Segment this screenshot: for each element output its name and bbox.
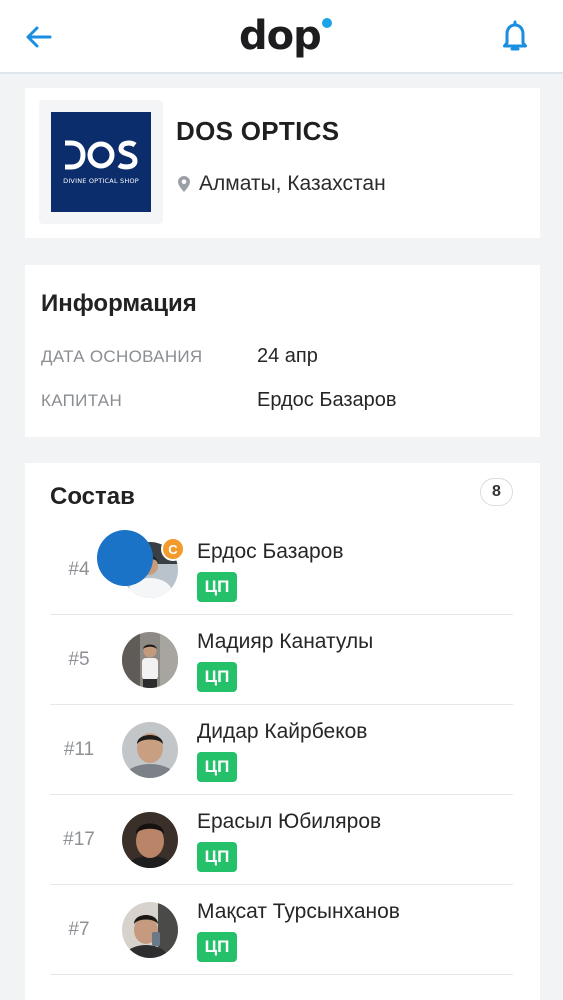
- notifications-button[interactable]: [498, 18, 532, 54]
- team-location: Алматы, Казахстан: [177, 172, 386, 196]
- captain-row: КАПИТАН Ердос Базаров: [41, 389, 397, 412]
- info-title: Информация: [41, 290, 197, 317]
- roster-count-badge: 8: [480, 478, 513, 506]
- app-logo-text: dop: [239, 13, 322, 59]
- app-logo-dot: [321, 18, 332, 28]
- roster-title: Состав: [50, 483, 135, 510]
- member-row[interactable]: #11 Дидар Кайрбеков ЦП: [50, 705, 513, 795]
- captain-label: КАПИТАН: [41, 391, 123, 410]
- avatar: [122, 722, 178, 778]
- back-button[interactable]: [22, 20, 56, 54]
- member-name: Мадияр Канатулы: [197, 630, 374, 653]
- bell-icon: [503, 20, 527, 51]
- founded-row: ДАТА ОСНОВАНИЯ 24 апр: [41, 345, 318, 368]
- location-pin-icon: [178, 176, 190, 192]
- arrow-left-icon: [26, 26, 52, 48]
- role-badge: ЦП: [197, 752, 237, 782]
- team-name: DOS OPTICS: [176, 116, 340, 146]
- captain-value: Ердос Базаров: [257, 389, 397, 411]
- app-logo: dop: [239, 12, 332, 62]
- captain-badge: С: [161, 537, 185, 561]
- member-name: Ердос Базаров: [197, 540, 344, 563]
- team-location-text: Алматы, Казахстан: [199, 172, 386, 195]
- team-logo-frame: DIVINE OPTICAL SHOP: [39, 100, 163, 224]
- member-name: Мақсат Турсынханов: [197, 900, 400, 923]
- top-bar: dop: [0, 0, 563, 74]
- role-badge: ЦП: [197, 572, 237, 602]
- avatar: [122, 632, 178, 688]
- founded-label: ДАТА ОСНОВАНИЯ: [41, 347, 203, 366]
- avatar: [122, 812, 178, 868]
- member-row[interactable]: #5 Мадияр Канатулы ЦП: [50, 615, 513, 705]
- role-badge: ЦП: [197, 932, 237, 962]
- member-number: #7: [68, 919, 90, 940]
- member-number: #17: [63, 829, 95, 850]
- member-name: Дидар Кайрбеков: [197, 720, 368, 743]
- member-number: #5: [68, 649, 90, 670]
- role-badge: ЦП: [197, 842, 237, 872]
- member-name: Ерасыл Юбиляров: [197, 810, 382, 833]
- team-logo-mark: [65, 140, 138, 170]
- member-row[interactable]: #7 Мақсат Турсынханов ЦП: [50, 885, 513, 975]
- avatar: [122, 902, 178, 958]
- avatar: [97, 530, 153, 586]
- team-logo-tagline: DIVINE OPTICAL SHOP: [63, 177, 139, 185]
- info-card: Информация ДАТА ОСНОВАНИЯ 24 апр КАПИТАН…: [25, 265, 540, 437]
- team-header-card: DIVINE OPTICAL SHOP DOS OPTICS Алматы, К…: [25, 88, 540, 238]
- founded-value: 24 апр: [257, 345, 318, 367]
- member-number: #11: [63, 739, 95, 760]
- role-badge: ЦП: [197, 662, 237, 692]
- team-logo: DIVINE OPTICAL SHOP: [51, 112, 151, 212]
- member-row[interactable]: #17 Ерасыл Юбиляров ЦП: [50, 795, 513, 885]
